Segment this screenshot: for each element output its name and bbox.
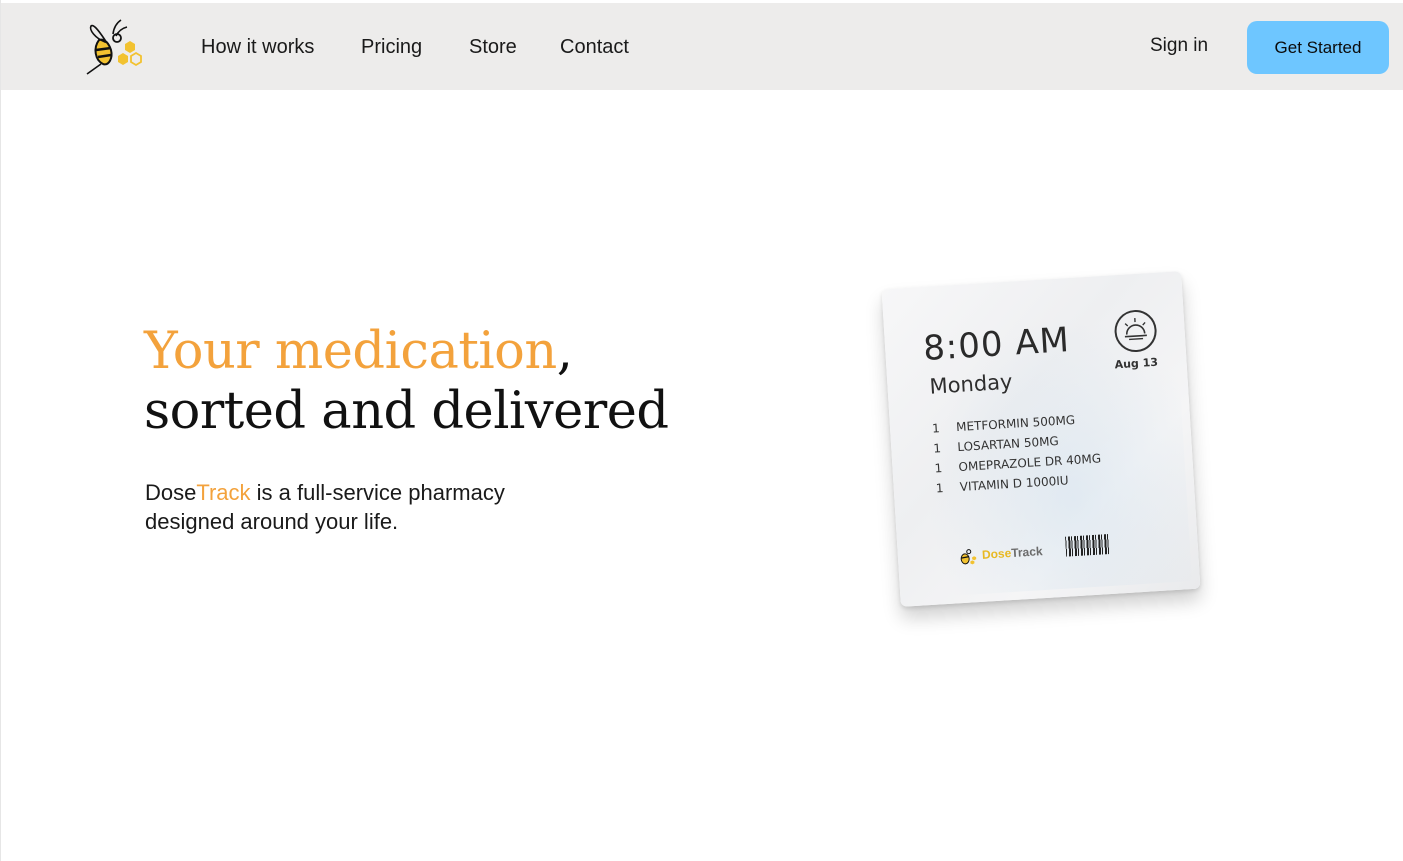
nav-store[interactable]: Store <box>469 33 517 61</box>
hero-title: Your medication, sorted and delivered <box>144 322 669 442</box>
medication-packet: 8:00 AM Monday Aug 13 1 METFORMIN 500MG 1… <box>881 271 1201 607</box>
packet-bee-logo-icon <box>957 546 978 567</box>
medication-packet-image: 8:00 AM Monday Aug 13 1 METFORMIN 500MG 1… <box>871 262 1241 632</box>
packet-brand: DoseTrack <box>982 544 1043 562</box>
packet-date: Aug 13 <box>1114 355 1159 372</box>
sunrise-icon <box>1113 308 1158 354</box>
subtitle-brand-dose: Dose <box>145 480 197 505</box>
sign-in-link[interactable]: Sign in <box>1150 32 1208 60</box>
packet-time: 8:00 AM <box>922 320 1071 369</box>
page: How it works Pricing Store Contact Sign … <box>0 0 1403 861</box>
packet-brand-track: Track <box>1010 544 1043 561</box>
subtitle-line1: is a full-service pharmacy <box>250 480 505 505</box>
medication-qty: 1 <box>931 421 941 436</box>
site-header: How it works Pricing Store Contact Sign … <box>1 3 1403 90</box>
barcode-icon <box>1065 534 1111 557</box>
get-started-button[interactable]: Get Started <box>1247 21 1389 74</box>
hero-title-comma: , <box>556 322 573 381</box>
packet-medication-list: 1 METFORMIN 500MG 1 LOSARTAN 50MG 1 OMEPRAZ… <box>932 408 1103 498</box>
hero-title-line2: sorted and delivered <box>144 382 669 441</box>
nav-how-it-works[interactable]: How it works <box>201 33 314 61</box>
medication-name: VITAMIN D 1000IU <box>959 473 1069 495</box>
subtitle-line2: designed around your life. <box>145 509 399 534</box>
subtitle-brand-track: Track <box>196 480 251 505</box>
nav-contact[interactable]: Contact <box>560 33 629 61</box>
medication-qty: 1 <box>935 481 944 496</box>
medication-qty: 1 <box>932 441 942 456</box>
hero-subtitle: DoseTrack is a full-service pharmacy desi… <box>145 478 585 536</box>
bee-logo-icon[interactable] <box>83 18 145 76</box>
hero-title-accent: Your medication <box>144 322 557 381</box>
packet-brand-dose: Dose <box>981 546 1012 562</box>
medication-qty: 1 <box>934 461 943 476</box>
nav-pricing[interactable]: Pricing <box>361 33 422 61</box>
packet-day: Monday <box>928 369 1014 399</box>
